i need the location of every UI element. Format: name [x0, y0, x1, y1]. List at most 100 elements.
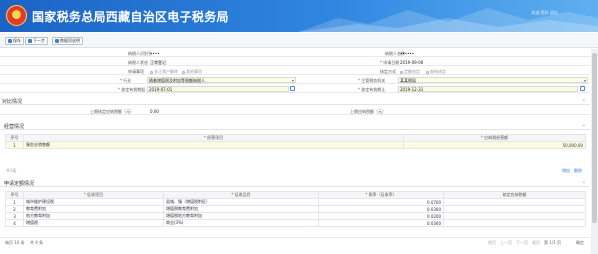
page-size[interactable]: 每页 10 条	[5, 240, 25, 246]
calendar-icon[interactable]	[580, 86, 585, 91]
calendar-icon[interactable]	[290, 86, 295, 91]
column-header: 序号	[5, 191, 24, 199]
start-date-input[interactable]: 2019-07-01	[147, 86, 289, 92]
table-cell: 1	[5, 198, 24, 206]
user-welcome[interactable]: 欢迎 您好 退出	[531, 10, 558, 16]
taxpayer-name-value: ••••••	[400, 51, 415, 56]
apply-section-title: 申请定额情况	[4, 181, 35, 187]
table-cell[interactable]	[443, 198, 586, 206]
apply-type-radio-1[interactable]: 非正常户解除	[150, 69, 178, 75]
table-cell: 2	[5, 205, 24, 213]
page-info: 第 1/1 页	[544, 240, 561, 245]
table-cell[interactable]: 50,000.00	[403, 141, 586, 149]
next-page-button[interactable]: 下一页	[516, 240, 528, 246]
next-icon	[28, 39, 32, 43]
taxpayer-status-label: 纳税人状态	[128, 60, 148, 65]
current-tax-label: 上期应纳税额（元）	[350, 109, 386, 114]
table-cell: 增值税地方教育附加	[163, 212, 319, 220]
tax-emblem-icon: ★	[6, 5, 27, 26]
field-help-button[interactable]: 数据项说明	[52, 37, 83, 45]
operations-count: 共1条	[6, 168, 17, 173]
chevron-down-icon: ▾	[291, 78, 294, 83]
method-label: 核定方式	[380, 69, 396, 74]
chevron-down-icon[interactable]: ⌄	[582, 179, 586, 185]
form-row: 申请事项 非正常户解除 其他事项 核定方式 定额核定 查账核定	[0, 67, 590, 75]
authority-label: * 主管税务机关	[358, 78, 386, 83]
scrollbar-thumb[interactable]	[592, 53, 597, 223]
compare-section-header[interactable]: 对比情况 ⌄	[0, 96, 590, 105]
table-cell: 3	[5, 212, 24, 220]
first-page-button[interactable]: 首页	[488, 240, 496, 246]
add-row-link[interactable]: 增加	[562, 168, 570, 174]
table-cell: 0.0300	[318, 205, 444, 213]
column-header: 序号	[5, 134, 24, 142]
vertical-scrollbar[interactable]	[591, 49, 598, 254]
industry-select[interactable]: 随着增值税及附加等税额纳税人 ▾	[147, 77, 296, 83]
prev-page-button[interactable]: 上一页	[500, 240, 512, 246]
taxpayer-id-label: 纳税人识别号	[128, 51, 152, 56]
site-header: ★ 国家税务总局西藏自治区电子税务局 欢迎 您好 退出	[0, 0, 598, 32]
total-count: 共 4 条	[30, 240, 44, 245]
table-cell[interactable]	[443, 219, 586, 227]
save-button[interactable]: 保存	[5, 37, 24, 45]
table-cell[interactable]	[443, 212, 586, 220]
chevron-down-icon[interactable]: ⌄	[582, 122, 586, 128]
authority-select[interactable]: 某某税局 ▾	[398, 77, 588, 83]
table-cell: 0.0300	[318, 219, 444, 227]
chevron-down-icon: ▾	[583, 78, 586, 83]
table-cell[interactable]	[443, 205, 586, 213]
header-mountain-graphic	[298, 8, 598, 32]
operations-footer: 共1条 增加 删除	[0, 166, 590, 174]
help-icon	[55, 39, 59, 43]
table-cell: 增值税教育费附加	[163, 205, 319, 213]
method-radio-1[interactable]: 定额核定	[400, 69, 420, 75]
start-date-label: * 核定有效期起	[118, 87, 146, 92]
column-header: * 税率（征收率）	[318, 191, 444, 199]
method-radio-2[interactable]: 查账核定	[426, 69, 446, 75]
table-row[interactable]: 4 增值税 商业(3%) 0.0300	[5, 219, 586, 227]
table-cell: 1	[5, 141, 24, 149]
toolbar: 保存 下一步 数据项说明	[0, 33, 598, 48]
last-page-button[interactable]: 尾页	[532, 240, 540, 246]
form-row: 纳税人识别号 •••• 纳税人名称 ••••••	[0, 49, 590, 57]
table-row[interactable]: 1 城市维护建设税 县城、镇（增值税附征） 0.0700	[5, 198, 586, 206]
save-icon	[8, 39, 12, 43]
column-header: * 应纳税经营额	[403, 134, 586, 142]
apply-date-value: 2019-09-06	[400, 60, 424, 65]
operations-table: 序号 * 经营项目 * 应纳税经营额 1 服务业销售额 50,000.00	[5, 134, 586, 149]
end-date-input[interactable]: 2019-12-31	[398, 86, 578, 92]
apply-type-radio-2[interactable]: 其他事项	[182, 69, 202, 75]
prev-tax-value: 0.00	[150, 109, 159, 114]
table-cell: 增值税	[23, 219, 164, 227]
chevron-down-icon[interactable]: ⌄	[582, 97, 586, 103]
table-row[interactable]: 1 服务业销售额 50,000.00	[5, 141, 586, 149]
table-cell: 商业(3%)	[163, 219, 319, 227]
next-step-button[interactable]: 下一步	[25, 37, 48, 45]
table-cell: 地方教育附加	[23, 212, 164, 220]
table-row[interactable]: 3 地方教育附加 增值税地方教育附加 0.0200	[5, 212, 586, 220]
compare-section-title: 对比情况	[2, 99, 23, 105]
industry-label: * 行业	[120, 78, 132, 83]
taxpayer-id-value: ••••	[150, 51, 160, 56]
delete-row-link[interactable]: 删除	[574, 168, 582, 174]
form-row: * 核定有效期起 2019-07-01 * 核定有效期止 2019-12-31	[0, 85, 590, 93]
apply-type-label: 申请事项	[128, 69, 144, 74]
table-cell: 教育费附加	[23, 205, 164, 213]
column-header: * 征收品目	[163, 191, 319, 199]
form-row: 纳税人状态 正常登记 * 申请日期 2019-09-06	[0, 58, 590, 66]
apply-table: 序号 * 征收项目 * 征收品目 * 税率（征收率） 核定应纳税额 1 城市维护…	[5, 191, 586, 227]
table-cell[interactable]: 服务业销售额	[23, 141, 404, 149]
form-row: * 行业 随着增值税及附加等税额纳税人 ▾ * 主管税务机关 某某税局 ▾	[0, 76, 590, 84]
apply-section-header[interactable]: 申请定额情况 ⌄	[0, 178, 590, 187]
table-cell: 0.0700	[318, 198, 444, 206]
apply-date-label: * 申请日期	[380, 60, 400, 65]
go-button[interactable]: 确定	[576, 240, 584, 246]
column-header: * 征收项目	[23, 191, 164, 199]
compare-row: 上期核定应纳税额（元） 0.00 上期应纳税额（元）	[0, 107, 590, 115]
main-content: 纳税人识别号 •••• 纳税人名称 •••••• 纳税人状态 正常登记 * 申请…	[0, 49, 590, 254]
table-cell: 县城、镇（增值税附征）	[163, 198, 319, 206]
column-header: 核定应纳税额	[443, 191, 586, 199]
table-row[interactable]: 2 教育费附加 增值税教育费附加 0.0300	[5, 205, 586, 213]
operations-section-header[interactable]: 经营情况 ⌄	[0, 121, 590, 130]
end-date-label: * 核定有效期止	[358, 87, 386, 92]
